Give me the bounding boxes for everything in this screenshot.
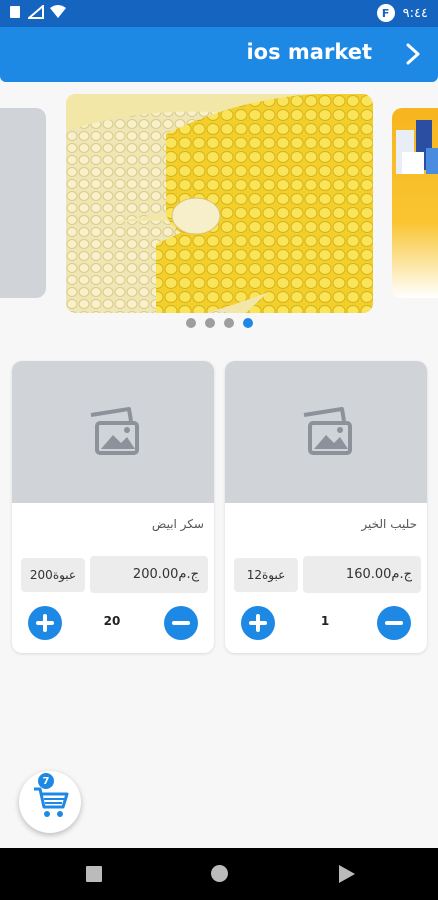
carousel-dot[interactable] [204,318,215,328]
app-bar: ios market [0,27,438,82]
home-icon[interactable] [211,865,228,882]
recent-apps-icon[interactable] [86,866,102,882]
system-nav-bar [0,848,438,900]
shopping-cart-icon [34,787,69,817]
product-price: 200.00ج.م [90,556,208,593]
carousel-dot-active[interactable] [242,318,253,328]
status-time: ٩:٤٤ [402,5,428,21]
product-stock: 200عبوة [21,558,85,592]
carousel-slide-next[interactable] [392,108,438,298]
quantity-value: 20 [103,614,121,628]
back-icon[interactable] [339,865,355,883]
carousel-slide-previous[interactable] [0,108,46,298]
increase-quantity-button[interactable] [241,606,275,640]
carousel-dot[interactable] [223,318,234,328]
decrease-quantity-button[interactable] [377,606,411,640]
carousel-dot[interactable] [185,318,196,328]
wifi-icon [50,5,66,18]
product-image-placeholder [12,361,214,503]
product-name: سكر ابيض [151,517,204,531]
status-bar: F ٩:٤٤ [0,0,438,27]
status-icons [8,5,66,19]
image-placeholder-icon [90,407,139,455]
carousel-slide-current[interactable] [66,94,373,313]
product-image-placeholder [225,361,427,503]
status-right: F ٩:٤٤ [376,4,428,22]
decrease-quantity-button[interactable] [164,606,198,640]
app-status-badge: F [376,4,395,22]
notification-icon [10,6,20,18]
product-card[interactable]: سكر ابيض 200.00ج.م 200عبوة 20 [12,361,214,653]
banner-carousel[interactable] [0,94,438,314]
chevron-right-icon[interactable] [402,42,424,66]
image-placeholder-icon [303,407,352,455]
carousel-indicator [0,318,438,328]
cart-count-badge: 7 [38,773,54,789]
no-sim-icon [28,5,44,19]
app-title: ios market [246,40,372,64]
product-price: 160.00ج.م [303,556,421,593]
increase-quantity-button[interactable] [28,606,62,640]
corn-banner-image [66,94,373,313]
quantity-value: 1 [320,614,330,628]
cart-button[interactable]: 7 [19,771,81,833]
product-card[interactable]: حليب الخير 160.00ج.م 12عبوة 1 [225,361,427,653]
product-name: حليب الخير [361,517,417,531]
products-banner-image [396,120,438,174]
product-stock: 12عبوة [234,558,298,592]
